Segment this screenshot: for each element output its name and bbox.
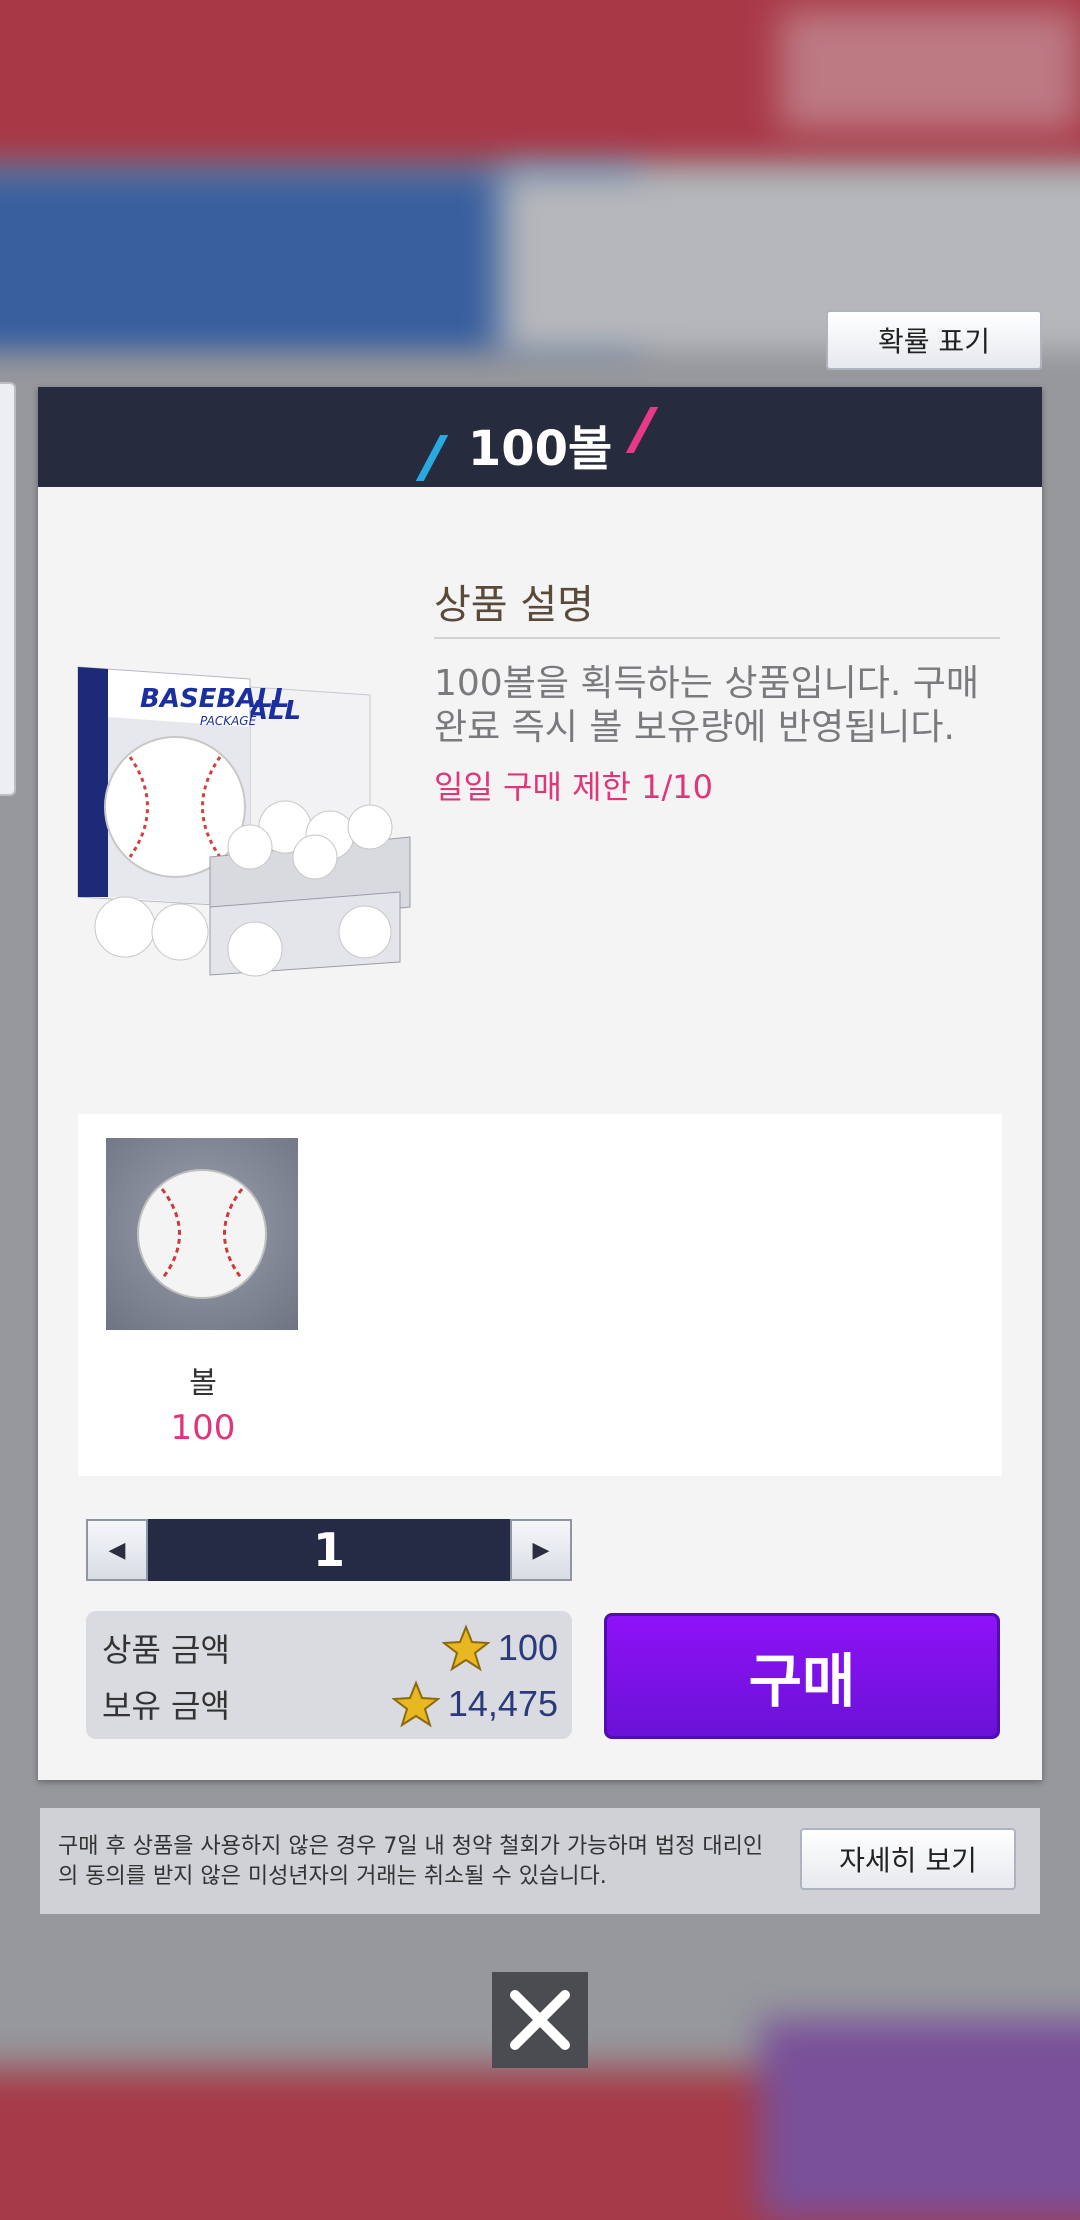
purchase-dialog: 100볼 BALL BASEBALL PACKAGE 상품 설명 100볼을 획… [38, 387, 1042, 1780]
dialog-title: 100볼 [467, 421, 613, 477]
view-details-button[interactable]: 자세히 보기 [800, 1828, 1016, 1890]
decor-slash-pink [625, 407, 659, 453]
side-tab [0, 382, 16, 796]
description-text: 100볼을 획득하는 상품입니다. 구매 완료 즉시 볼 보유량에 반영됩니다. [434, 663, 980, 748]
buy-button[interactable]: 구매 [604, 1613, 1000, 1739]
reward-name: 볼 [189, 1366, 217, 1401]
close-icon [510, 1990, 570, 2050]
dialog-header: 100볼 [38, 387, 1042, 487]
decor-slash-blue [415, 435, 449, 481]
reward-list: 볼 100 [78, 1114, 1002, 1476]
purchase-limit: 일일 구매 제한 1/10 [434, 768, 714, 806]
owned-amount-label: 보유 금액 [102, 1687, 230, 1725]
star-icon [391, 1680, 440, 1728]
reward-count: 100 [170, 1408, 236, 1448]
product-price-row: 상품 금액 100 [102, 1623, 558, 1673]
quantity-value: 1 [148, 1519, 510, 1581]
probability-button[interactable]: 확률 표기 [826, 310, 1042, 370]
baseball-icon [137, 1169, 267, 1299]
package-sub-label: PACKAGE [200, 714, 257, 728]
description-title: 상품 설명 [434, 582, 594, 628]
reward-thumbnail [106, 1138, 298, 1330]
price-panel: 상품 금액 100 보유 금액 14,475 [86, 1611, 572, 1739]
package-front-label: BASEBALL [140, 684, 290, 714]
product-price-label: 상품 금액 [102, 1631, 230, 1669]
decrease-button[interactable]: ◀ [86, 1519, 148, 1581]
star-icon [441, 1624, 490, 1672]
close-button[interactable] [492, 1972, 588, 2068]
quantity-stepper: ◀ 1 ▶ [86, 1519, 572, 1581]
increase-button[interactable]: ▶ [510, 1519, 572, 1581]
baseball-package-icon: BALL BASEBALL PACKAGE [77, 666, 411, 977]
description-divider [434, 637, 1000, 639]
notice-text: 구매 후 상품을 사용하지 않은 경우 7일 내 청약 철회가 가능하며 법정 … [58, 1834, 764, 1889]
reward-item[interactable]: 볼 100 [106, 1138, 300, 1448]
refund-notice: 구매 후 상품을 사용하지 않은 경우 7일 내 청약 철회가 가능하며 법정 … [40, 1808, 1040, 1914]
product-price-value: 100 [497, 1627, 558, 1668]
owned-amount-value: 14,475 [447, 1683, 558, 1724]
owned-amount-row: 보유 금액 14,475 [102, 1679, 558, 1729]
